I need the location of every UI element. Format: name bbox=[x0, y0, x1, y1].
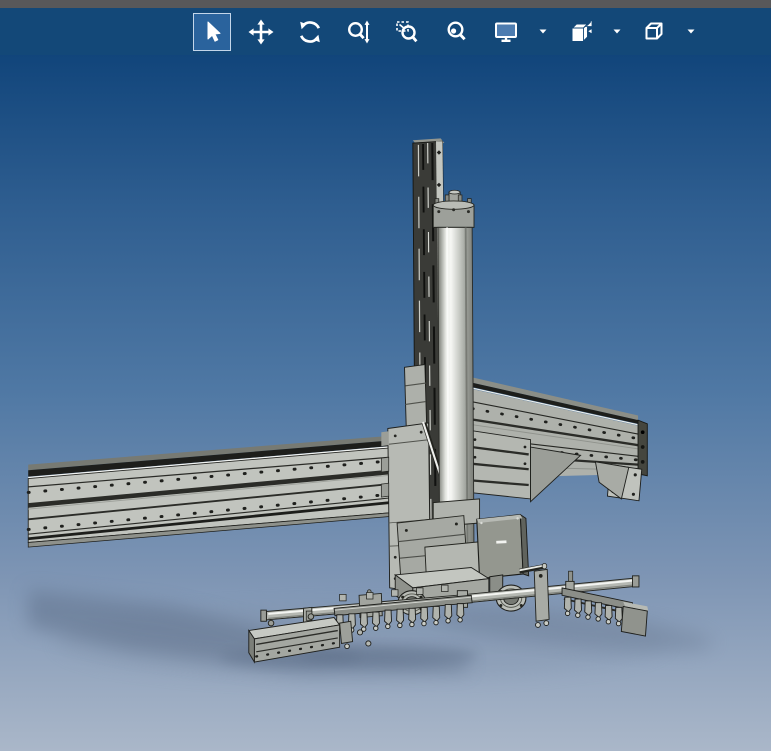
chevron-down-icon bbox=[539, 29, 547, 34]
chevron-down-icon bbox=[613, 29, 621, 34]
zoom-window-button[interactable] bbox=[389, 13, 427, 51]
left-beam bbox=[26, 435, 392, 548]
3d-viewport[interactable] bbox=[0, 55, 771, 751]
gantry-machine-model bbox=[26, 138, 714, 681]
navigation-toolbar bbox=[0, 8, 771, 55]
home-view-cube-icon bbox=[641, 19, 667, 45]
zoom-button[interactable] bbox=[340, 13, 378, 51]
orbit-icon bbox=[297, 19, 323, 45]
zoom-window-icon bbox=[395, 19, 421, 45]
select-button[interactable] bbox=[193, 12, 231, 51]
orbit-button[interactable] bbox=[291, 13, 329, 51]
display-mode-button[interactable] bbox=[487, 13, 525, 51]
zoom-icon bbox=[346, 19, 372, 45]
display-mode-icon bbox=[493, 19, 519, 45]
home-view-dropdown[interactable] bbox=[684, 13, 698, 51]
display-mode-dropdown[interactable] bbox=[536, 13, 550, 51]
pan-icon bbox=[248, 19, 274, 45]
zoom-selected-button[interactable] bbox=[438, 13, 476, 51]
home-view-button[interactable] bbox=[635, 13, 673, 51]
pan-button[interactable] bbox=[242, 13, 280, 51]
window-chrome-strip bbox=[0, 0, 771, 8]
zoom-selected-icon bbox=[444, 19, 470, 45]
look-at-button[interactable] bbox=[561, 13, 599, 51]
select-cursor-icon bbox=[199, 19, 225, 45]
chevron-down-icon bbox=[687, 29, 695, 34]
look-at-dropdown[interactable] bbox=[610, 13, 624, 51]
look-at-icon bbox=[567, 18, 593, 45]
